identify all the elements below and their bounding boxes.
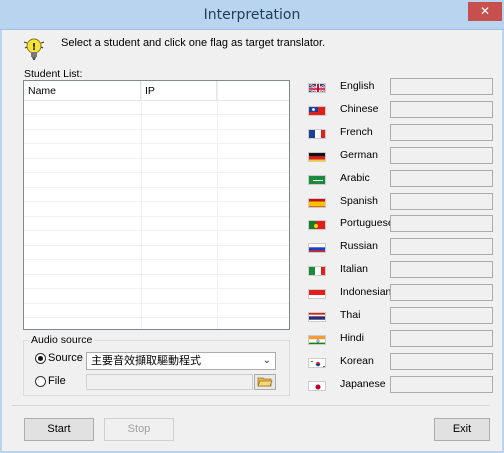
table-row[interactable] bbox=[24, 203, 289, 217]
lightbulb-warning-icon: ! bbox=[23, 38, 45, 60]
translator-field-hindi bbox=[390, 329, 493, 347]
flag-tw-icon[interactable] bbox=[308, 105, 326, 116]
start-button[interactable]: Start bbox=[24, 418, 94, 441]
close-button[interactable]: ✕ bbox=[468, 2, 502, 21]
flag-uk-icon[interactable] bbox=[308, 83, 326, 93]
translator-field-french bbox=[390, 123, 493, 141]
svg-text:!: ! bbox=[32, 42, 37, 53]
flag-th-icon[interactable] bbox=[308, 312, 326, 322]
table-row[interactable] bbox=[24, 188, 289, 202]
flag-id-icon[interactable] bbox=[308, 289, 326, 300]
language-label: Hindi bbox=[340, 331, 364, 344]
footer-divider bbox=[12, 405, 490, 406]
language-label: French bbox=[340, 125, 373, 138]
flag-jp-icon[interactable] bbox=[308, 380, 326, 391]
file-path-input[interactable] bbox=[86, 374, 253, 390]
table-row[interactable] bbox=[24, 217, 289, 231]
translator-field-chinese bbox=[390, 100, 493, 118]
flag-in-icon[interactable] bbox=[308, 334, 326, 345]
language-label: Spanish bbox=[340, 194, 378, 207]
table-row[interactable] bbox=[24, 304, 289, 318]
flag-sa-icon[interactable] bbox=[308, 174, 326, 185]
translator-field-russian bbox=[390, 238, 493, 256]
source-radio-label[interactable]: Source bbox=[48, 352, 83, 364]
file-radio-label[interactable]: File bbox=[48, 375, 66, 387]
table-row[interactable] bbox=[24, 145, 289, 159]
table-row[interactable] bbox=[24, 116, 289, 130]
translator-field-arabic bbox=[390, 169, 493, 187]
chevron-down-icon: ⌄ bbox=[262, 355, 271, 366]
file-radio[interactable] bbox=[35, 376, 46, 387]
flag-fr-icon[interactable] bbox=[308, 128, 326, 139]
translator-field-indonesian bbox=[390, 284, 493, 302]
title-bar[interactable]: Interpretation ✕ bbox=[0, 0, 504, 30]
language-label: Russian bbox=[340, 240, 378, 253]
translator-field-thai bbox=[390, 307, 493, 324]
table-header: Name IP bbox=[24, 81, 289, 101]
translator-field-german bbox=[390, 146, 493, 164]
flag-kr-icon[interactable] bbox=[308, 357, 326, 368]
table-row[interactable] bbox=[24, 159, 289, 173]
table-row[interactable] bbox=[24, 290, 289, 304]
translator-field-portuguese bbox=[390, 215, 493, 233]
source-radio[interactable] bbox=[35, 353, 46, 364]
column-header-name[interactable]: Name bbox=[24, 81, 141, 101]
flag-de-icon[interactable] bbox=[308, 151, 326, 162]
language-label: Portuguese bbox=[340, 217, 394, 230]
translator-field-italian bbox=[390, 261, 493, 279]
column-divider bbox=[217, 81, 218, 329]
flag-pt-icon[interactable] bbox=[308, 220, 326, 231]
translator-field-english bbox=[390, 78, 493, 95]
column-header-ip[interactable]: IP bbox=[141, 81, 217, 101]
translator-field-japanese bbox=[390, 375, 493, 393]
student-list-table[interactable]: Name IP bbox=[23, 80, 290, 330]
translator-field-korean bbox=[390, 352, 493, 370]
table-row[interactable] bbox=[24, 101, 289, 115]
language-label: Chinese bbox=[340, 102, 379, 115]
audio-source-legend: Audio source bbox=[29, 334, 95, 346]
language-label: Japanese bbox=[340, 377, 386, 390]
flag-it-icon[interactable] bbox=[308, 266, 326, 277]
translator-field-spanish bbox=[390, 192, 493, 210]
window-title: Interpretation bbox=[203, 7, 301, 23]
language-label: Arabic bbox=[340, 171, 370, 184]
language-label: Korean bbox=[340, 354, 374, 367]
language-label: Indonesian bbox=[340, 286, 392, 299]
table-row[interactable] bbox=[24, 174, 289, 188]
table-row[interactable] bbox=[24, 319, 289, 330]
column-divider bbox=[141, 81, 142, 329]
table-row[interactable] bbox=[24, 275, 289, 289]
table-row[interactable] bbox=[24, 246, 289, 260]
language-label: German bbox=[340, 148, 378, 161]
audio-source-value: 主要音效擷取驅動程式 bbox=[91, 354, 201, 367]
audio-source-select[interactable]: 主要音效擷取驅動程式 ⌄ bbox=[86, 352, 276, 370]
language-label: Thai bbox=[340, 309, 361, 321]
language-label: English bbox=[340, 80, 375, 92]
flag-es-icon[interactable] bbox=[308, 197, 326, 208]
table-row[interactable] bbox=[24, 130, 289, 144]
table-row[interactable] bbox=[24, 232, 289, 246]
language-label: Italian bbox=[340, 263, 369, 276]
student-list-label: Student List: bbox=[24, 68, 83, 80]
table-row[interactable] bbox=[24, 261, 289, 275]
stop-button[interactable]: Stop bbox=[104, 418, 174, 441]
folder-open-icon bbox=[257, 377, 273, 387]
exit-button[interactable]: Exit bbox=[434, 418, 490, 441]
browse-button[interactable] bbox=[254, 374, 276, 390]
instruction-text: Select a student and click one flag as t… bbox=[61, 37, 326, 49]
flag-ru-icon[interactable] bbox=[308, 243, 326, 254]
